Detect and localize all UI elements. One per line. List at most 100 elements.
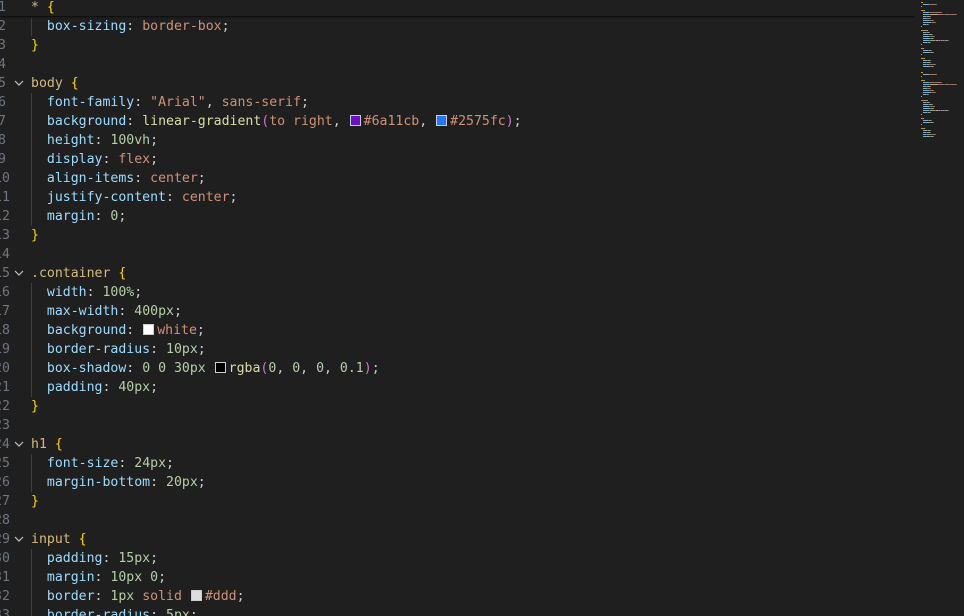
minimap-token (948, 110, 949, 111)
line-number: 21 (0, 380, 10, 395)
code-line[interactable]: 23 (0, 416, 915, 435)
token-num: 10px 0 (110, 570, 159, 585)
token-punc: : (94, 570, 111, 585)
code-line[interactable]: 8 height: 100vh; (0, 131, 915, 150)
code-line[interactable]: 26 margin-bottom: 20px; (0, 473, 915, 492)
code-line[interactable]: 18 background: white; (0, 321, 915, 340)
line-content[interactable]: height: 100vh; (31, 131, 158, 150)
line-content[interactable]: } (31, 397, 39, 416)
token-punc: : (118, 304, 135, 319)
code-line[interactable]: 29 input { (0, 530, 915, 549)
line-content[interactable]: border-radius: 5px; (31, 606, 198, 616)
fold-chevron-icon[interactable] (13, 264, 25, 283)
line-number: 25 (0, 456, 10, 471)
line-content[interactable]: margin: 10px 0; (31, 568, 166, 587)
minimap-token (934, 36, 935, 37)
color-swatch[interactable] (436, 115, 448, 126)
fold-chevron-icon[interactable] (13, 435, 25, 454)
color-swatch[interactable] (214, 362, 226, 373)
line-content[interactable]: } (31, 36, 39, 55)
line-content[interactable]: justify-content: center; (31, 188, 238, 207)
code-line[interactable]: 25 font-size: 24px; (0, 454, 915, 473)
code-line[interactable]: 14 (0, 245, 915, 264)
line-number: 33 (0, 608, 10, 616)
code-line[interactable]: 16 width: 100%; (0, 283, 915, 302)
fold-chevron-icon[interactable] (13, 530, 25, 549)
line-content[interactable]: margin: 0; (31, 207, 126, 226)
code-editor[interactable]: 1 * {2 box-sizing: border-box; 3} 4 5 body {6… (0, 0, 964, 616)
color-swatch[interactable] (190, 590, 202, 601)
line-number: 7 (0, 114, 6, 129)
minimap-token (933, 66, 934, 67)
code-line[interactable]: 4 (0, 55, 915, 74)
line-content[interactable]: font-size: 24px; (31, 454, 174, 473)
code-line[interactable]: 7 background: linear-gradient(to right, … (0, 112, 915, 131)
code-line[interactable]: 32 border: 1px solid #ddd; (0, 587, 915, 606)
line-content[interactable]: background: linear-gradient(to right, #6… (31, 112, 522, 131)
code-line[interactable]: 3} (0, 36, 915, 55)
token-prop: box-sizing (46, 19, 127, 34)
line-content[interactable]: body { (31, 74, 79, 93)
code-line[interactable]: 13} (0, 226, 915, 245)
color-swatch[interactable] (349, 115, 361, 126)
token-num: 400px (134, 304, 174, 319)
code-line[interactable]: 30 padding: 15px; (0, 549, 915, 568)
code-line[interactable]: 24 h1 { (0, 435, 915, 454)
code-line[interactable]: 22} (0, 397, 915, 416)
code-line[interactable]: 19 border-radius: 10px; (0, 340, 915, 359)
line-content[interactable]: h1 { (31, 435, 63, 454)
code-line[interactable]: 21 padding: 40px; (0, 378, 915, 397)
line-number: 30 (0, 551, 10, 566)
token-punc: ; (150, 380, 159, 395)
line-number: 22 (0, 399, 10, 414)
code-line[interactable]: 28 (0, 511, 915, 530)
minimap-token (930, 88, 931, 89)
token-punc: : (165, 190, 182, 205)
code-line[interactable]: 2 box-sizing: border-box; (0, 17, 915, 36)
minimap[interactable] (915, 0, 964, 616)
minimap-token (929, 32, 930, 33)
code-line[interactable]: 5 body { (0, 74, 915, 93)
code-line[interactable]: 33 border-radius: 5px; (0, 606, 915, 616)
line-content[interactable]: margin-bottom: 20px; (31, 473, 206, 492)
code-lines[interactable]: 1 * {2 box-sizing: border-box; 3} 4 5 body {6… (0, 0, 915, 616)
minimap-token (941, 12, 942, 13)
code-line[interactable]: 27} (0, 492, 915, 511)
line-content[interactable]: .container { (31, 264, 126, 283)
line-content[interactable]: align-items: center; (31, 169, 206, 188)
token-punc: ; (197, 171, 206, 186)
line-content[interactable]: max-width: 400px; (31, 302, 182, 321)
token-punc: : (94, 589, 111, 604)
line-content[interactable]: box-shadow: 0 0 30px rgba(0, 0, 0, 0.1); (31, 359, 380, 378)
code-line[interactable]: 31 margin: 10px 0; (0, 568, 915, 587)
code-line[interactable]: 6 font-family: "Arial", sans-serif; (0, 93, 915, 112)
code-line[interactable]: 11 justify-content: center; (0, 188, 915, 207)
code-line[interactable]: 9 display: flex; (0, 150, 915, 169)
line-content[interactable]: input { (31, 530, 87, 549)
line-content[interactable]: } (31, 492, 39, 511)
token-punc: , (419, 114, 436, 129)
fold-chevron-icon[interactable] (13, 74, 25, 93)
color-swatch[interactable] (143, 324, 155, 335)
line-content[interactable]: } (31, 226, 39, 245)
code-line[interactable]: 17 max-width: 400px; (0, 302, 915, 321)
line-content[interactable]: padding: 40px; (31, 378, 158, 397)
token-num: 5px (166, 608, 190, 616)
minimap-token (935, 22, 936, 23)
code-line[interactable]: 12 margin: 0; (0, 207, 915, 226)
line-content[interactable]: background: white; (31, 321, 205, 340)
line-content[interactable]: border-radius: 10px; (31, 340, 206, 359)
line-content[interactable]: width: 100%; (31, 283, 142, 302)
minimap-token (933, 90, 934, 91)
minimap-token (932, 104, 933, 105)
line-content[interactable]: padding: 15px; (31, 549, 158, 568)
line-content[interactable]: border: 1px solid #ddd; (31, 587, 245, 606)
line-content[interactable]: display: flex; (31, 150, 158, 169)
code-line[interactable]: 15 .container { (0, 264, 915, 283)
line-content[interactable]: box-sizing: border-box; (31, 17, 230, 36)
code-line[interactable]: 10 align-items: center; (0, 169, 915, 188)
line-content[interactable]: font-family: "Arial", sans-serif; (31, 93, 309, 112)
token-brace: } (31, 494, 39, 509)
minimap-token (934, 106, 935, 107)
code-line[interactable]: 20 box-shadow: 0 0 30px rgba(0, 0, 0, 0.… (0, 359, 915, 378)
